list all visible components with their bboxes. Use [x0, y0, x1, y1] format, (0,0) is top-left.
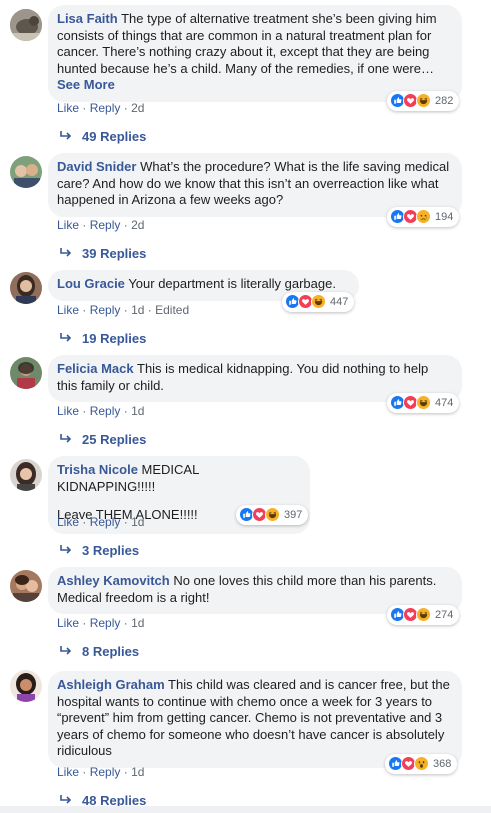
like-link[interactable]: Like: [57, 616, 79, 630]
avatar[interactable]: [10, 357, 42, 389]
view-replies-link[interactable]: 49 Replies: [60, 129, 146, 144]
wow-icon: [414, 756, 430, 772]
reply-link[interactable]: Reply: [90, 303, 121, 317]
view-replies-link[interactable]: 25 Replies: [60, 432, 146, 447]
haha-icon: [416, 93, 432, 109]
like-link[interactable]: Like: [57, 303, 79, 317]
like-link[interactable]: Like: [57, 218, 79, 232]
comment-time[interactable]: 1d: [131, 404, 144, 418]
comment-text: Your department is literally garbage.: [128, 276, 336, 291]
reply-arrow-icon: [60, 246, 72, 261]
comment-author[interactable]: Lisa Faith: [57, 11, 118, 26]
avatar[interactable]: [10, 272, 42, 304]
replies-count: 3 Replies: [82, 543, 140, 558]
comment-bubble: Lisa Faith The type of alternative treat…: [48, 5, 462, 102]
reply-link[interactable]: Reply: [90, 101, 121, 115]
comment-time[interactable]: 1d: [131, 303, 144, 317]
haha-icon: [311, 294, 327, 310]
replies-count: 39 Replies: [82, 246, 147, 261]
comment-author[interactable]: Trisha Nicole: [57, 462, 138, 477]
reaction-summary[interactable]: 474: [387, 393, 460, 413]
haha-icon: [265, 507, 281, 523]
view-replies-link[interactable]: 8 Replies: [60, 644, 139, 659]
comment-time[interactable]: 1d: [131, 616, 144, 630]
avatar[interactable]: [10, 156, 42, 188]
avatar[interactable]: [10, 670, 42, 702]
view-replies-link[interactable]: 19 Replies: [60, 331, 146, 346]
comment-time[interactable]: 2d: [131, 101, 144, 115]
edited-label[interactable]: Edited: [155, 303, 189, 317]
replies-count: 49 Replies: [82, 129, 147, 144]
comment-actions: Like · Reply · 2d: [57, 218, 145, 232]
reaction-summary[interactable]: 274: [387, 605, 460, 625]
comment-author[interactable]: Ashleigh Graham: [57, 677, 165, 692]
haha-icon: [416, 395, 432, 411]
like-link[interactable]: Like: [57, 101, 79, 115]
reply-arrow-icon: [60, 543, 72, 558]
reply-link[interactable]: Reply: [90, 616, 121, 630]
comment-actions: Like · Reply · 1d · Edited: [57, 303, 190, 317]
comment-author[interactable]: Ashley Kamovitch: [57, 573, 170, 588]
reply-link[interactable]: Reply: [90, 404, 121, 418]
bottom-divider: [0, 806, 491, 813]
see-more-link[interactable]: See More: [57, 77, 115, 92]
reaction-count: 397: [284, 509, 303, 521]
comment-author[interactable]: Felicia Mack: [57, 361, 134, 376]
avatar[interactable]: [10, 9, 42, 41]
comment-time[interactable]: 1d: [131, 515, 144, 529]
reply-arrow-icon: [60, 129, 72, 144]
avatar[interactable]: [10, 570, 42, 602]
reply-arrow-icon: [60, 644, 72, 659]
comment-author[interactable]: David Snider: [57, 159, 136, 174]
like-link[interactable]: Like: [57, 765, 79, 779]
reaction-summary[interactable]: 194: [387, 207, 460, 227]
reaction-summary[interactable]: 282: [387, 91, 460, 111]
comment-actions: Like · Reply · 1d: [57, 765, 145, 779]
reply-link[interactable]: Reply: [90, 515, 121, 529]
replies-count: 8 Replies: [82, 644, 140, 659]
comment-author[interactable]: Lou Gracie: [57, 276, 125, 291]
replies-count: 19 Replies: [82, 331, 147, 346]
comment-actions: Like · Reply · 1d: [57, 404, 145, 418]
haha-icon: [416, 607, 432, 623]
avatar[interactable]: [10, 459, 42, 491]
reaction-summary[interactable]: 447: [282, 292, 355, 312]
reply-link[interactable]: Reply: [90, 765, 121, 779]
replies-count: 25 Replies: [82, 432, 147, 447]
reaction-summary[interactable]: 368: [385, 754, 458, 774]
comment-time[interactable]: 1d: [131, 765, 144, 779]
sad-icon: [416, 209, 432, 225]
reaction-count: 194: [435, 211, 454, 223]
view-replies-link[interactable]: 3 Replies: [60, 543, 139, 558]
reply-arrow-icon: [60, 432, 72, 447]
comment-actions: Like · Reply · 1d: [57, 616, 145, 630]
reaction-count: 474: [435, 397, 454, 409]
like-link[interactable]: Like: [57, 404, 79, 418]
comment-actions: Like · Reply · 1d: [57, 515, 145, 529]
reply-arrow-icon: [60, 331, 72, 346]
comment-time[interactable]: 2d: [131, 218, 144, 232]
reaction-count: 447: [330, 296, 349, 308]
reaction-summary[interactable]: 397: [236, 505, 309, 525]
like-link[interactable]: Like: [57, 515, 79, 529]
view-replies-link[interactable]: 39 Replies: [60, 246, 146, 261]
reaction-count: 282: [435, 95, 454, 107]
comment-actions: Like · Reply · 2d: [57, 101, 145, 115]
reaction-count: 274: [435, 609, 454, 621]
reaction-count: 368: [433, 758, 452, 770]
reply-link[interactable]: Reply: [90, 218, 121, 232]
